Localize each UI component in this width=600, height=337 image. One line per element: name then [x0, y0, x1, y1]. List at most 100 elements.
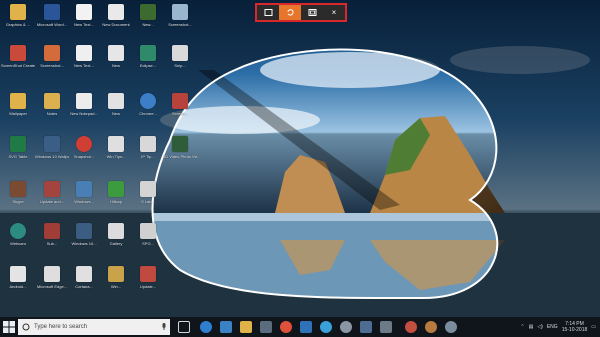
- desktop-icon[interactable]: Snapshot...: [67, 135, 101, 165]
- freeform-snip-button[interactable]: [279, 5, 301, 20]
- desktop-icon[interactable]: Chrome...: [131, 92, 165, 122]
- desktop-icon[interactable]: Sub...: [35, 222, 69, 252]
- volume-icon[interactable]: ◁): [537, 324, 543, 330]
- desktop-icon[interactable]: SVG Table: [1, 135, 35, 165]
- windows-start-icon[interactable]: [3, 321, 15, 333]
- document-icon: [172, 45, 188, 61]
- desktop-icon[interactable]: Snip...: [163, 44, 197, 74]
- mail-icon[interactable]: [300, 321, 312, 333]
- desktop-icon[interactable]: New: [99, 44, 133, 74]
- network-icon[interactable]: ▤: [529, 324, 534, 330]
- document-icon: [44, 266, 60, 282]
- browser-icon: [140, 93, 156, 109]
- desktop-icon[interactable]: Win...: [99, 265, 133, 295]
- close-icon: ×: [331, 8, 337, 17]
- settings-icon[interactable]: [340, 321, 352, 333]
- desktop-icon[interactable]: Gallery: [99, 222, 133, 252]
- desktop-icon[interactable]: Skype: [1, 180, 35, 210]
- desktop-icon[interactable]: New: [99, 92, 133, 122]
- close-button[interactable]: ×: [323, 5, 345, 20]
- desktop-icon[interactable]: 3D Video Photo Viewer: [163, 135, 197, 165]
- window-icon: [308, 9, 316, 16]
- document-icon: [140, 223, 156, 239]
- document-icon: [108, 4, 124, 20]
- app-icon: [140, 45, 156, 61]
- word-icon: [44, 4, 60, 20]
- microphone-icon[interactable]: [160, 323, 168, 331]
- clock-date: 15-10-2018: [561, 327, 588, 333]
- desktop-icon[interactable]: Screenshot...: [163, 3, 197, 33]
- desktop-icon[interactable]: Windows...: [67, 180, 101, 210]
- file-explorer-icon[interactable]: [240, 321, 252, 333]
- desktop-icon[interactable]: Update...: [131, 265, 165, 295]
- app-icon: [108, 266, 124, 282]
- search-box[interactable]: Type here to search: [18, 319, 170, 335]
- document-icon: [76, 93, 92, 109]
- edge-icon[interactable]: [200, 321, 212, 333]
- desktop-icon[interactable]: ScreenShot Creates...: [1, 44, 35, 74]
- document-icon: [76, 4, 92, 20]
- desktop-icon[interactable]: Screen...: [163, 92, 197, 122]
- desktop-icon[interactable]: New Text...: [67, 44, 101, 74]
- search-placeholder: Type here to search: [34, 324, 88, 330]
- excel-icon: [10, 136, 26, 152]
- document-icon: [108, 93, 124, 109]
- image-icon: [172, 93, 188, 109]
- desktop-icon[interactable]: Eclipse...: [131, 44, 165, 74]
- desktop-icon[interactable]: New...: [131, 3, 165, 33]
- app-icon[interactable]: [445, 321, 457, 333]
- app-icon: [140, 266, 156, 282]
- desktop-icon[interactable]: Wallpaper: [1, 92, 35, 122]
- desktop-icon[interactable]: Microsoft Word...: [35, 3, 69, 33]
- desktop-icon[interactable]: S Lab...: [131, 180, 165, 210]
- telegram-icon[interactable]: [320, 321, 332, 333]
- desktop-icon[interactable]: SPG...: [131, 222, 165, 252]
- app-icon: [140, 4, 156, 20]
- desktop-icon[interactable]: Win Tips...: [99, 135, 133, 165]
- app-icon[interactable]: [425, 321, 437, 333]
- document-icon: [108, 45, 124, 61]
- photos-icon[interactable]: [360, 321, 372, 333]
- clock[interactable]: 7:14 PM 15-10-2018: [562, 321, 588, 333]
- desktop-icon[interactable]: Cortana...: [67, 265, 101, 295]
- document-icon: [140, 181, 156, 197]
- computer-icon: [172, 4, 188, 20]
- app-icon: [76, 136, 92, 152]
- chrome-icon[interactable]: [280, 321, 292, 333]
- notifications-icon[interactable]: ▭: [591, 324, 596, 330]
- desktop-icon[interactable]: Screenshot...: [35, 44, 69, 74]
- desktop-icon[interactable]: Hillcap: [99, 180, 133, 210]
- app-icon: [76, 181, 92, 197]
- desktop-icon[interactable]: Update and...: [35, 180, 69, 210]
- task-view-icon[interactable]: [178, 321, 190, 333]
- rectangle-icon: [264, 9, 272, 16]
- desktop-icon[interactable]: Webcam: [1, 222, 35, 252]
- cortana-icon: [22, 323, 30, 331]
- desktop-icon[interactable]: IP Tip...: [131, 135, 165, 165]
- desktop-icon[interactable]: Graphics & ...: [1, 3, 35, 33]
- image-icon: [44, 181, 60, 197]
- desktop-icon[interactable]: Windows 10 Wallpapers...: [35, 135, 69, 165]
- chevron-up-icon[interactable]: ⌃: [520, 324, 524, 330]
- store-icon[interactable]: [220, 321, 232, 333]
- snip-toolbar: ×: [255, 3, 347, 22]
- video-app-icon: [172, 136, 188, 152]
- desktop-icon[interactable]: New Notepad...: [67, 92, 101, 122]
- image-icon: [44, 136, 60, 152]
- app-icon[interactable]: [260, 321, 272, 333]
- snip-sketch-icon[interactable]: [380, 321, 392, 333]
- window-snip-button[interactable]: [301, 5, 323, 20]
- desktop-icon[interactable]: Notes: [35, 92, 69, 122]
- desktop-icon[interactable]: Android...: [1, 265, 35, 295]
- desktop-icon[interactable]: Windows 10...: [67, 222, 101, 252]
- image-icon: [76, 223, 92, 239]
- hillcap-icon: [108, 181, 124, 197]
- desktop-icon[interactable]: New Document: [99, 3, 133, 33]
- desktop-icon[interactable]: New Text...: [67, 3, 101, 33]
- language-indicator[interactable]: ENG: [547, 324, 558, 330]
- rectangular-snip-button[interactable]: [257, 5, 279, 20]
- app-icon[interactable]: [405, 321, 417, 333]
- desktop-icon[interactable]: Microsoft Edge...: [35, 265, 69, 295]
- taskbar: Type here to search ⌃ ▤ ◁) ENG 7:14 PM 1…: [0, 317, 600, 337]
- document-icon: [76, 266, 92, 282]
